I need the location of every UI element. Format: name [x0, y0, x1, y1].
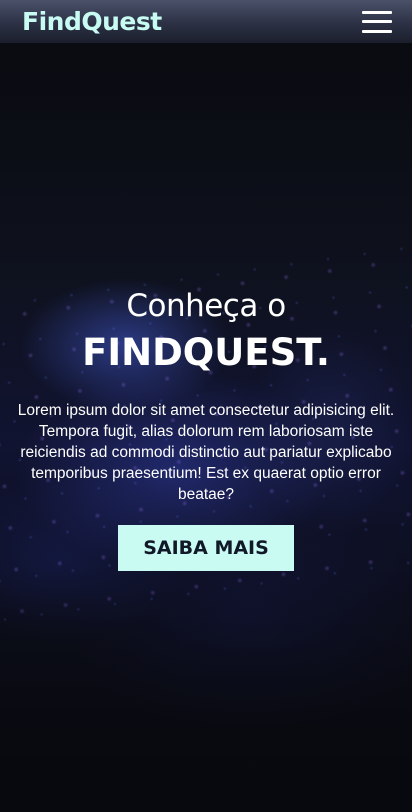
hero-content: Conheça o FINDQUEST. Lorem ipsum dolor s…	[0, 284, 412, 571]
hero-headline: FINDQUEST.	[82, 331, 330, 374]
menu-bar	[362, 10, 392, 14]
hero-description: Lorem ipsum dolor sit amet consectetur a…	[17, 402, 395, 503]
saiba-mais-button[interactable]: SAIBA MAIS	[118, 525, 294, 571]
brand-logo[interactable]: FindQuest	[22, 7, 162, 36]
menu-bar	[362, 20, 392, 23]
top-navbar: FindQuest	[0, 0, 412, 43]
menu-bar	[362, 29, 392, 33]
hero-kicker: Conheça o	[126, 288, 286, 324]
hamburger-menu-icon[interactable]	[362, 10, 392, 33]
